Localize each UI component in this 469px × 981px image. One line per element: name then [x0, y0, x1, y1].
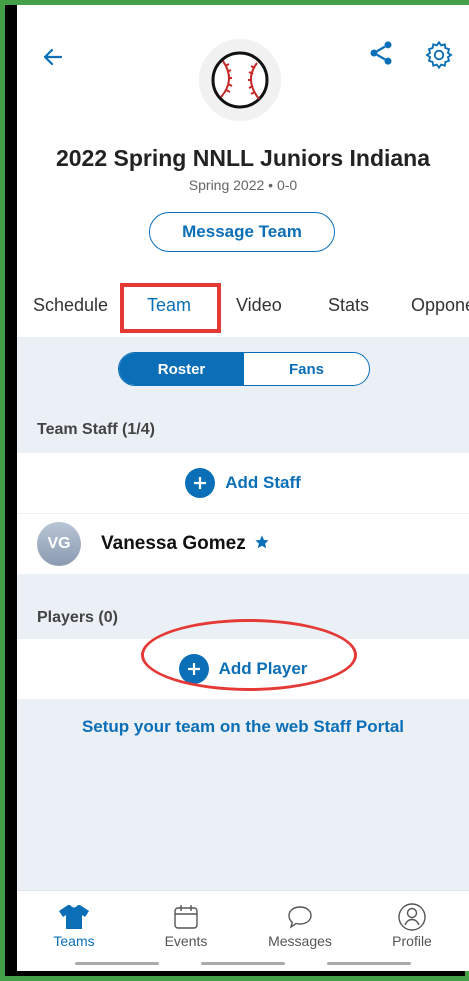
staff-member-name: Vanessa Gomez [101, 533, 246, 554]
team-tab-annotation [120, 283, 221, 333]
profile-icon [367, 901, 457, 933]
app-screen: 2022 Spring NNLL Juniors Indiana Spring … [17, 5, 469, 971]
plus-icon [185, 468, 216, 498]
staff-member-row[interactable]: VG Vanessa Gomez [17, 514, 469, 574]
gear-icon[interactable] [419, 35, 459, 75]
team-logo [199, 39, 281, 121]
add-staff-row[interactable]: Add Staff [17, 453, 469, 513]
jersey-icon [29, 901, 119, 933]
gesture-handle [201, 962, 285, 965]
tab-schedule[interactable]: Schedule [33, 295, 108, 316]
back-arrow-icon[interactable] [35, 39, 71, 75]
star-icon [254, 534, 270, 555]
nav-events-label: Events [164, 933, 208, 949]
bottom-nav: Teams Events Messages Profile [17, 890, 469, 971]
nav-messages-label: Messages [268, 933, 332, 949]
roster-fans-toggle: Roster Fans [118, 352, 370, 386]
team-header: 2022 Spring NNLL Juniors Indiana Spring … [17, 5, 469, 337]
nav-profile[interactable]: Profile [367, 901, 457, 949]
gesture-handle [75, 962, 159, 965]
tab-video[interactable]: Video [236, 295, 282, 316]
avatar: VG [37, 522, 81, 566]
tab-opponents[interactable]: Oppone [411, 295, 469, 316]
add-staff-label: Add Staff [225, 473, 301, 492]
nav-messages[interactable]: Messages [255, 901, 345, 949]
calendar-icon [141, 901, 231, 933]
team-staff-label: Team Staff (1/4) [37, 421, 155, 438]
roster-segment[interactable]: Roster [119, 353, 244, 385]
staff-portal-link[interactable]: Setup your team on the web Staff Portal [17, 717, 469, 737]
team-name: 2022 Spring NNLL Juniors Indiana [55, 145, 431, 171]
team-tabs: Schedule Team Video Stats Oppone [17, 283, 469, 333]
nav-teams[interactable]: Teams [29, 901, 119, 949]
nav-profile-label: Profile [392, 933, 432, 949]
gesture-handle [327, 962, 411, 965]
message-team-button[interactable]: Message Team [149, 212, 335, 252]
add-player-annotation [141, 619, 357, 691]
share-icon[interactable] [363, 35, 399, 71]
chat-bubble-icon [255, 901, 345, 933]
players-label: Players (0) [37, 609, 118, 626]
tab-stats[interactable]: Stats [328, 295, 369, 316]
nav-teams-label: Teams [53, 933, 95, 949]
team-season-record: Spring 2022 • 0-0 [188, 177, 298, 193]
nav-events[interactable]: Events [141, 901, 231, 949]
fans-segment[interactable]: Fans [244, 353, 369, 385]
baseball-icon [211, 51, 269, 109]
